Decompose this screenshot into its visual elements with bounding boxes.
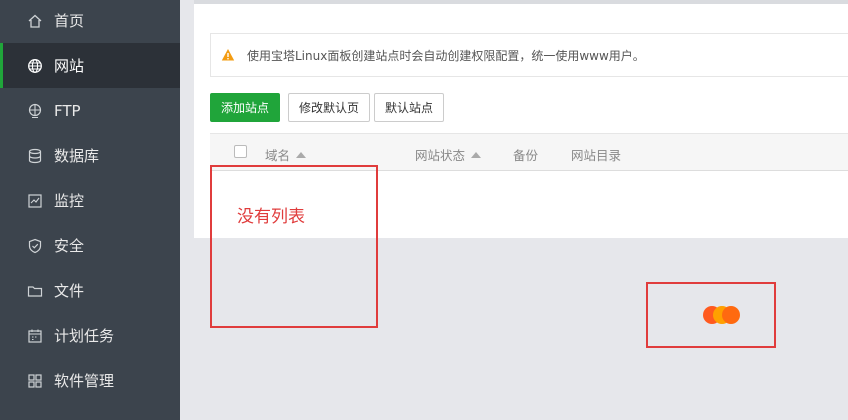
sidebar-item-label: 安全 bbox=[54, 237, 85, 255]
home-icon bbox=[26, 12, 44, 30]
sidebar-item-label: 首页 bbox=[54, 12, 85, 30]
grid-icon bbox=[26, 372, 44, 390]
column-domain[interactable]: 域名 bbox=[265, 145, 307, 164]
column-status[interactable]: 网站状态 bbox=[415, 145, 482, 164]
select-all-checkbox[interactable] bbox=[234, 145, 247, 158]
sidebar-item-database[interactable]: 数据库 bbox=[0, 133, 180, 178]
alert-text: 使用宝塔Linux面板创建站点时会自动创建权限配置，统一使用www用户。 bbox=[247, 48, 645, 63]
sidebar-item-cron[interactable]: 计划任务 bbox=[0, 313, 180, 358]
sidebar-item-website[interactable]: 网站 bbox=[0, 43, 180, 88]
sort-asc-icon bbox=[471, 151, 482, 158]
info-alert: 使用宝塔Linux面板创建站点时会自动创建权限配置，统一使用www用户。 bbox=[210, 33, 848, 77]
calendar-icon bbox=[26, 327, 44, 345]
sort-asc-icon bbox=[296, 151, 307, 158]
sidebar: 首页 网站 FTP 数据库 监控 安全 文件 计划任务 软件管理 bbox=[0, 0, 180, 420]
sidebar-item-files[interactable]: 文件 bbox=[0, 268, 180, 313]
empty-list-text: 没有列表 bbox=[237, 207, 305, 227]
default-site-button[interactable]: 默认站点 bbox=[374, 93, 444, 122]
column-status-label: 网站状态 bbox=[415, 148, 466, 163]
shield-icon bbox=[26, 237, 44, 255]
modify-default-page-button[interactable]: 修改默认页 bbox=[288, 93, 370, 122]
column-domain-label: 域名 bbox=[265, 148, 291, 163]
add-site-button[interactable]: 添加站点 bbox=[210, 93, 280, 122]
sidebar-item-home[interactable]: 首页 bbox=[0, 0, 180, 43]
folder-icon bbox=[26, 282, 44, 300]
ftp-icon bbox=[26, 102, 44, 120]
sidebar-item-label: 软件管理 bbox=[54, 372, 115, 390]
sidebar-item-software[interactable]: 软件管理 bbox=[0, 358, 180, 403]
warning-icon bbox=[221, 49, 235, 61]
sidebar-item-label: 数据库 bbox=[54, 147, 100, 165]
sidebar-item-security[interactable]: 安全 bbox=[0, 223, 180, 268]
sidebar-item-label: 网站 bbox=[54, 57, 85, 75]
annotation-box-empty-list bbox=[210, 165, 378, 328]
loading-dot bbox=[722, 306, 740, 324]
sidebar-item-label: 监控 bbox=[54, 192, 85, 210]
sidebar-item-label: FTP bbox=[54, 101, 81, 120]
sidebar-item-monitor[interactable]: 监控 bbox=[0, 178, 180, 223]
sidebar-item-label: 计划任务 bbox=[54, 327, 115, 345]
sidebar-item-ftp[interactable]: FTP bbox=[0, 88, 180, 133]
column-directory: 网站目录 bbox=[571, 148, 622, 163]
database-icon bbox=[26, 147, 44, 165]
sidebar-item-label: 文件 bbox=[54, 282, 85, 300]
monitor-icon bbox=[26, 192, 44, 210]
column-remark: 备份 bbox=[513, 148, 539, 163]
globe-icon bbox=[26, 57, 44, 75]
